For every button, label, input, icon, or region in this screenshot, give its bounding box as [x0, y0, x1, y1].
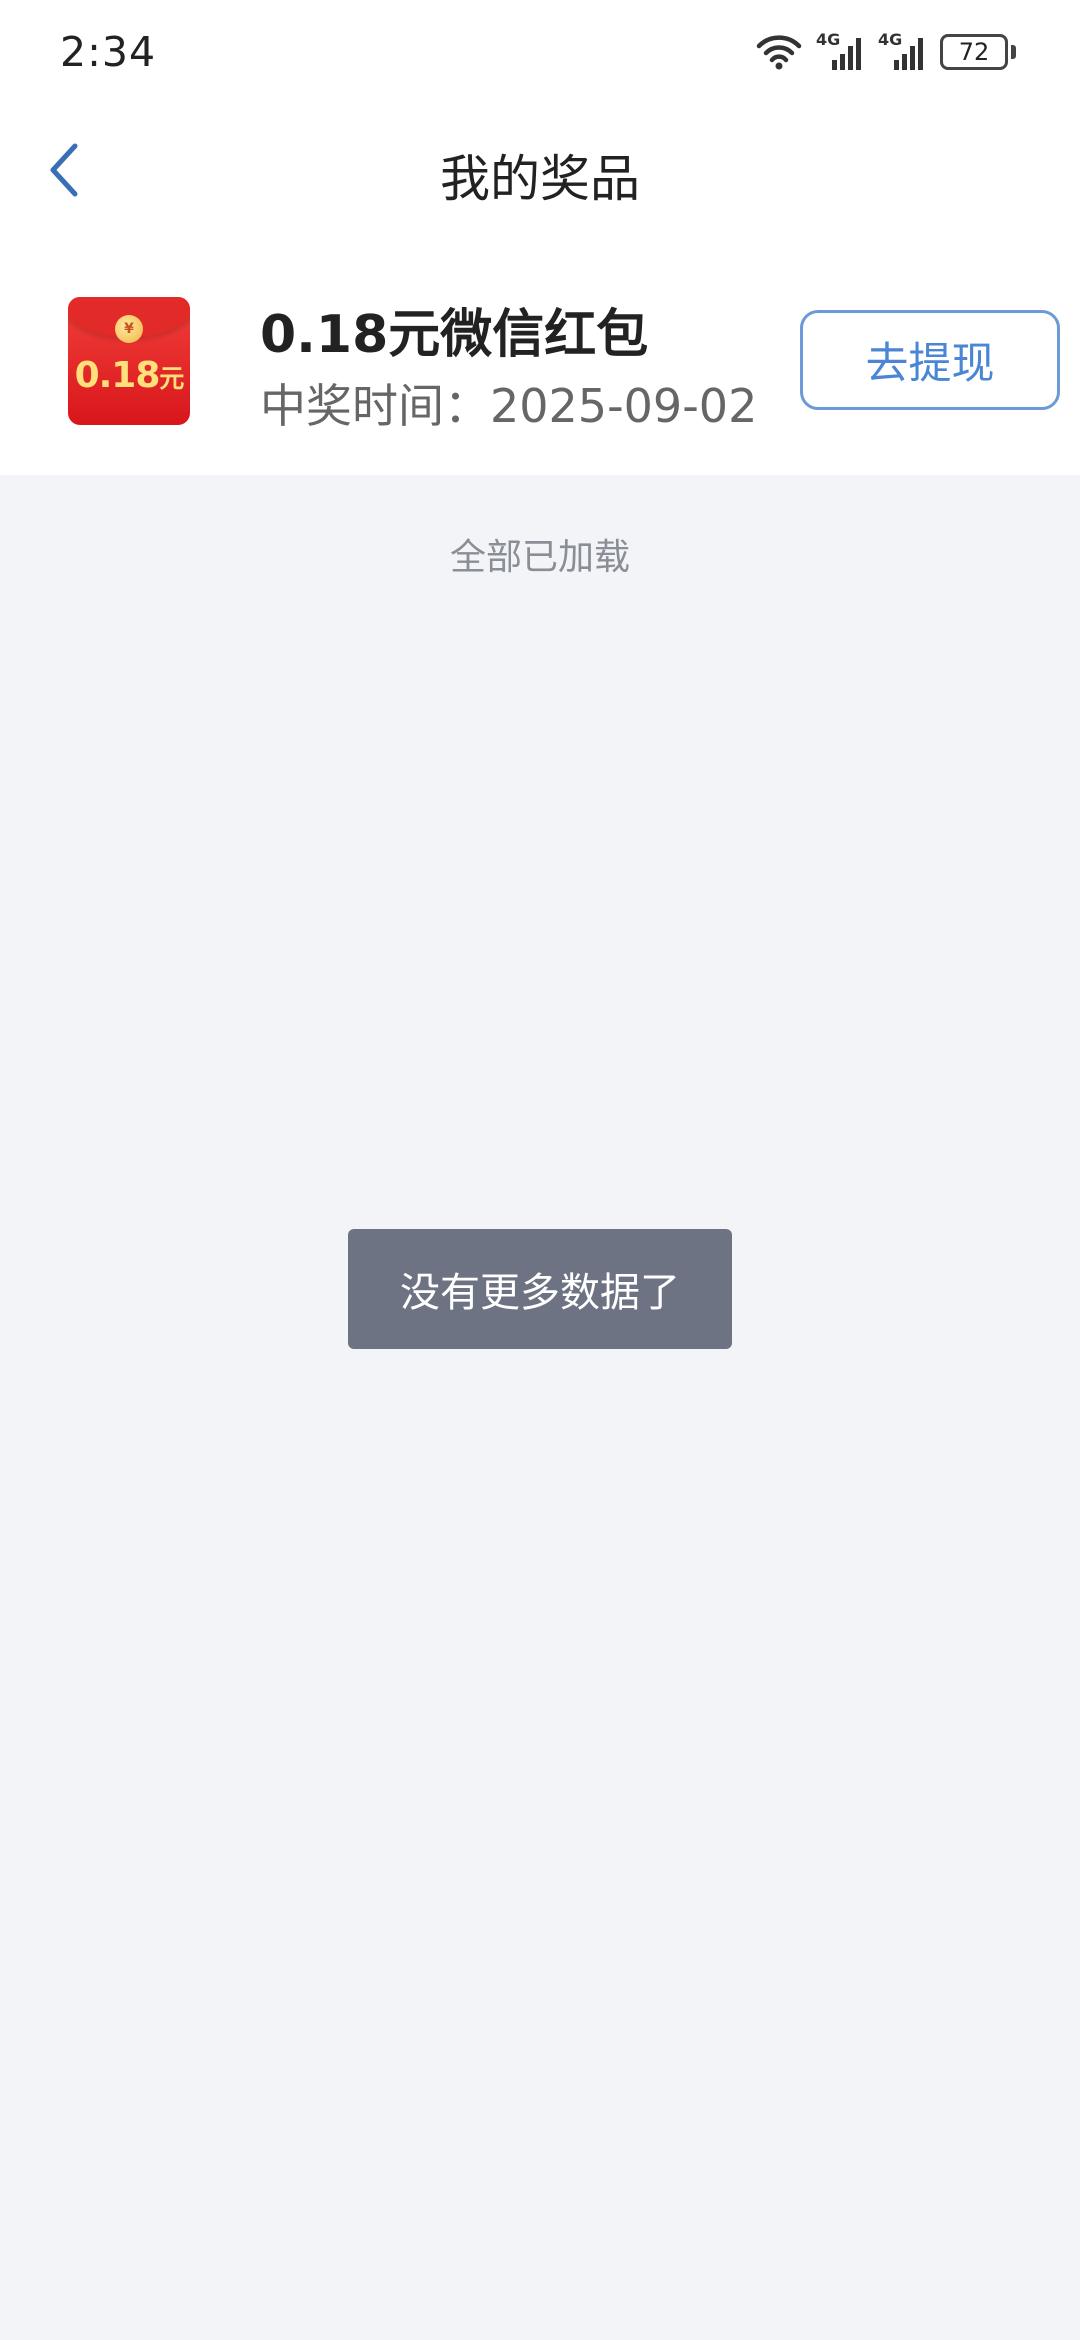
status-bar: 2:34 4G 4G 72 — [0, 0, 1080, 105]
toast-message: 没有更多数据了 — [348, 1229, 732, 1349]
signal-icon-sim1: 4G — [816, 30, 864, 72]
prize-win-time: 中奖时间：2025-09-02 — [260, 370, 757, 436]
navigation-bar: 我的奖品 — [0, 105, 1080, 240]
envelope-amount: 0.18元 — [68, 355, 190, 396]
prize-time-label: 中奖时间： — [260, 379, 490, 433]
prize-time-value: 2025-09-02 — [490, 379, 758, 433]
prize-list-item: ¥ 0.18元 0.18元微信红包 中奖时间：2025-09-02 去提现 — [0, 240, 1080, 475]
coin-icon: ¥ — [115, 315, 143, 343]
network-type-2: 4G — [878, 30, 903, 49]
signal-icon-sim2: 4G — [878, 30, 926, 72]
envelope-amount-value: 0.18 — [74, 355, 161, 396]
network-type-1: 4G — [816, 30, 841, 49]
list-end-text: 全部已加载 — [449, 537, 630, 578]
withdraw-button[interactable]: 去提现 — [800, 310, 1060, 410]
status-icons: 4G 4G 72 — [756, 30, 1016, 74]
wifi-icon — [756, 34, 802, 70]
battery-tip — [1011, 45, 1016, 59]
prize-name: 0.18元微信红包 — [260, 305, 649, 365]
red-envelope-icon: ¥ 0.18元 — [68, 297, 190, 425]
page-title: 我的奖品 — [440, 150, 640, 208]
battery-level: 72 — [940, 34, 1008, 70]
battery-icon: 72 — [940, 34, 1016, 70]
envelope-amount-unit: 元 — [159, 364, 184, 393]
header-area: 2:34 4G 4G 72 我的奖品 ¥ 0.18元 0.18元微信红包 中奖时… — [0, 0, 1080, 475]
status-time: 2:34 — [60, 28, 157, 76]
